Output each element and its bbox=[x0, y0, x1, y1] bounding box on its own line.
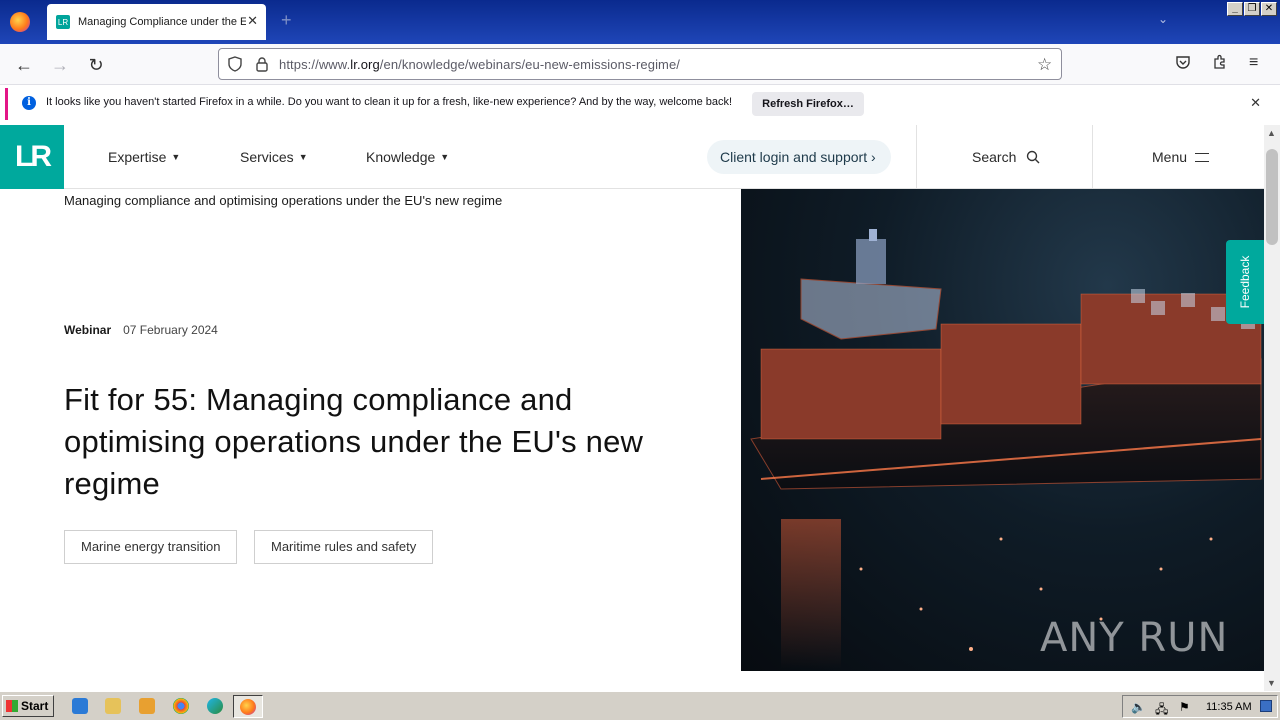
nav-services[interactable]: Services ▼ bbox=[240, 149, 308, 165]
chevron-down-icon: ▼ bbox=[171, 152, 181, 162]
article-meta: Webinar 07 February 2024 bbox=[64, 323, 218, 337]
web-page: LR Expertise ▼ Services ▼ Knowledge ▼ Clien… bbox=[0, 125, 1264, 691]
menu-label: Menu bbox=[1152, 149, 1188, 165]
url-text[interactable]: https://www.lr.org/en/knowledge/webinars… bbox=[279, 57, 680, 72]
feedback-button[interactable]: Feedback bbox=[1226, 240, 1264, 324]
scrollbar-thumb[interactable] bbox=[1266, 149, 1278, 245]
close-window-button[interactable]: ✕ bbox=[1261, 2, 1277, 16]
page-subtitle: Managing compliance and optimising opera… bbox=[64, 193, 503, 208]
edge-icon[interactable] bbox=[207, 698, 223, 714]
tab-title: Managing Compliance under the EU bbox=[78, 16, 246, 28]
url-host: lr.org bbox=[350, 57, 380, 72]
browser-tab-strip: LR Managing Compliance under the EU ✕ + … bbox=[0, 0, 1280, 44]
start-button[interactable]: Start bbox=[2, 695, 54, 717]
taskbar-clock: 11:35 AM bbox=[1206, 701, 1252, 713]
menu-bars-icon bbox=[1195, 153, 1210, 162]
search-label: Search bbox=[972, 149, 1017, 165]
windows-flag-icon bbox=[6, 700, 18, 712]
system-tray: 🔈 🖧 ⚑ bbox=[1122, 695, 1278, 718]
chevron-down-icon: ▼ bbox=[298, 152, 308, 162]
url-path: /en/knowledge/webinars/eu-new-emissions-… bbox=[379, 57, 681, 72]
hero-image-container-ship bbox=[741, 189, 1264, 671]
start-label: Start bbox=[21, 699, 49, 713]
browser-tab-active[interactable]: LR Managing Compliance under the EU ✕ bbox=[47, 4, 266, 40]
site-header: LR Expertise ▼ Services ▼ Knowledge ▼ Clien… bbox=[0, 125, 1264, 189]
content-type: Webinar bbox=[64, 323, 112, 337]
header-divider bbox=[1092, 125, 1093, 189]
anyrun-watermark: ANY RUN bbox=[1040, 615, 1229, 661]
back-arrow-icon[interactable]: ← bbox=[12, 53, 36, 77]
restore-window-button[interactable]: ❐ bbox=[1244, 2, 1260, 16]
notification-close-icon[interactable]: ✕ bbox=[1250, 95, 1261, 111]
page-title: Fit for 55: Managing compliance and opti… bbox=[64, 382, 644, 501]
chevron-right-icon: › bbox=[871, 149, 876, 165]
lr-favicon-icon: LR bbox=[56, 15, 70, 29]
new-tab-icon[interactable]: + bbox=[281, 11, 292, 29]
page-scrollbar[interactable]: ▲ ▼ bbox=[1264, 125, 1280, 691]
search-button[interactable]: Search bbox=[972, 149, 1040, 165]
scroll-down-arrow-icon[interactable]: ▼ bbox=[1267, 678, 1276, 688]
header-divider bbox=[916, 125, 917, 189]
extensions-icon[interactable] bbox=[1212, 54, 1228, 75]
reload-icon[interactable]: ↻ bbox=[84, 53, 108, 77]
navigation-toolbar: ← → ↻ https://www.lr.org/en/knowledge/we… bbox=[0, 44, 1280, 85]
flag-notification-icon[interactable]: ⚑ bbox=[1179, 700, 1190, 714]
firefox-logo-icon[interactable] bbox=[10, 12, 30, 32]
tag-marine-energy-transition[interactable]: Marine energy transition bbox=[64, 530, 238, 564]
tab-close-icon[interactable]: ✕ bbox=[247, 13, 258, 29]
file-explorer-icon[interactable] bbox=[105, 698, 121, 714]
refresh-firefox-button[interactable]: Refresh Firefox… bbox=[752, 92, 864, 116]
nav-knowledge[interactable]: Knowledge ▼ bbox=[366, 149, 449, 165]
search-icon bbox=[1027, 150, 1040, 164]
minimize-window-button[interactable]: _ bbox=[1227, 2, 1243, 16]
chrome-icon[interactable] bbox=[173, 698, 189, 714]
nav-label: Services bbox=[240, 149, 294, 165]
windows-taskbar: Start 🔈 🖧 ⚑ 11:35 AM bbox=[0, 691, 1280, 720]
client-login-label: Client login and support bbox=[720, 149, 868, 165]
network-icon[interactable]: 🖧 bbox=[1155, 700, 1168, 720]
list-all-tabs-icon[interactable]: ⌄ bbox=[1158, 12, 1168, 26]
lr-logo[interactable]: LR bbox=[0, 125, 64, 189]
chevron-down-icon: ▼ bbox=[440, 152, 450, 162]
tag-maritime-rules-and-safety[interactable]: Maritime rules and safety bbox=[254, 530, 434, 564]
notification-text: It looks like you haven't started Firefo… bbox=[46, 96, 733, 108]
menu-button[interactable]: Menu bbox=[1152, 149, 1210, 165]
info-icon: i bbox=[22, 96, 36, 110]
show-desktop-icon[interactable] bbox=[1260, 700, 1272, 712]
firefox-taskbar-button[interactable] bbox=[233, 695, 263, 718]
internet-explorer-icon[interactable] bbox=[72, 698, 88, 714]
nav-label: Knowledge bbox=[366, 149, 436, 165]
forward-arrow-icon[interactable]: → bbox=[48, 53, 72, 77]
url-prefix: https://www. bbox=[279, 57, 351, 72]
container-ship-illustration bbox=[750, 229, 1262, 669]
scroll-up-arrow-icon[interactable]: ▲ bbox=[1267, 128, 1276, 138]
client-login-button[interactable]: Client login and support › bbox=[707, 140, 891, 174]
lock-icon[interactable] bbox=[255, 56, 269, 75]
volume-icon[interactable]: 🔈 bbox=[1131, 700, 1146, 714]
publish-date: 07 February 2024 bbox=[123, 323, 218, 337]
firefox-icon bbox=[240, 699, 256, 715]
nav-expertise[interactable]: Expertise ▼ bbox=[108, 149, 180, 165]
feedback-label: Feedback bbox=[1238, 255, 1252, 309]
address-bar[interactable]: https://www.lr.org/en/knowledge/webinars… bbox=[218, 48, 1062, 80]
pocket-icon[interactable] bbox=[1175, 54, 1191, 75]
hamburger-menu-icon[interactable]: ≡ bbox=[1249, 54, 1258, 72]
media-player-icon[interactable] bbox=[139, 698, 155, 714]
shield-icon[interactable] bbox=[227, 56, 243, 75]
nav-label: Expertise bbox=[108, 149, 167, 165]
bookmark-star-icon[interactable]: ☆ bbox=[1037, 55, 1052, 75]
refresh-firefox-notification: i It looks like you haven't started Fire… bbox=[5, 88, 1275, 120]
